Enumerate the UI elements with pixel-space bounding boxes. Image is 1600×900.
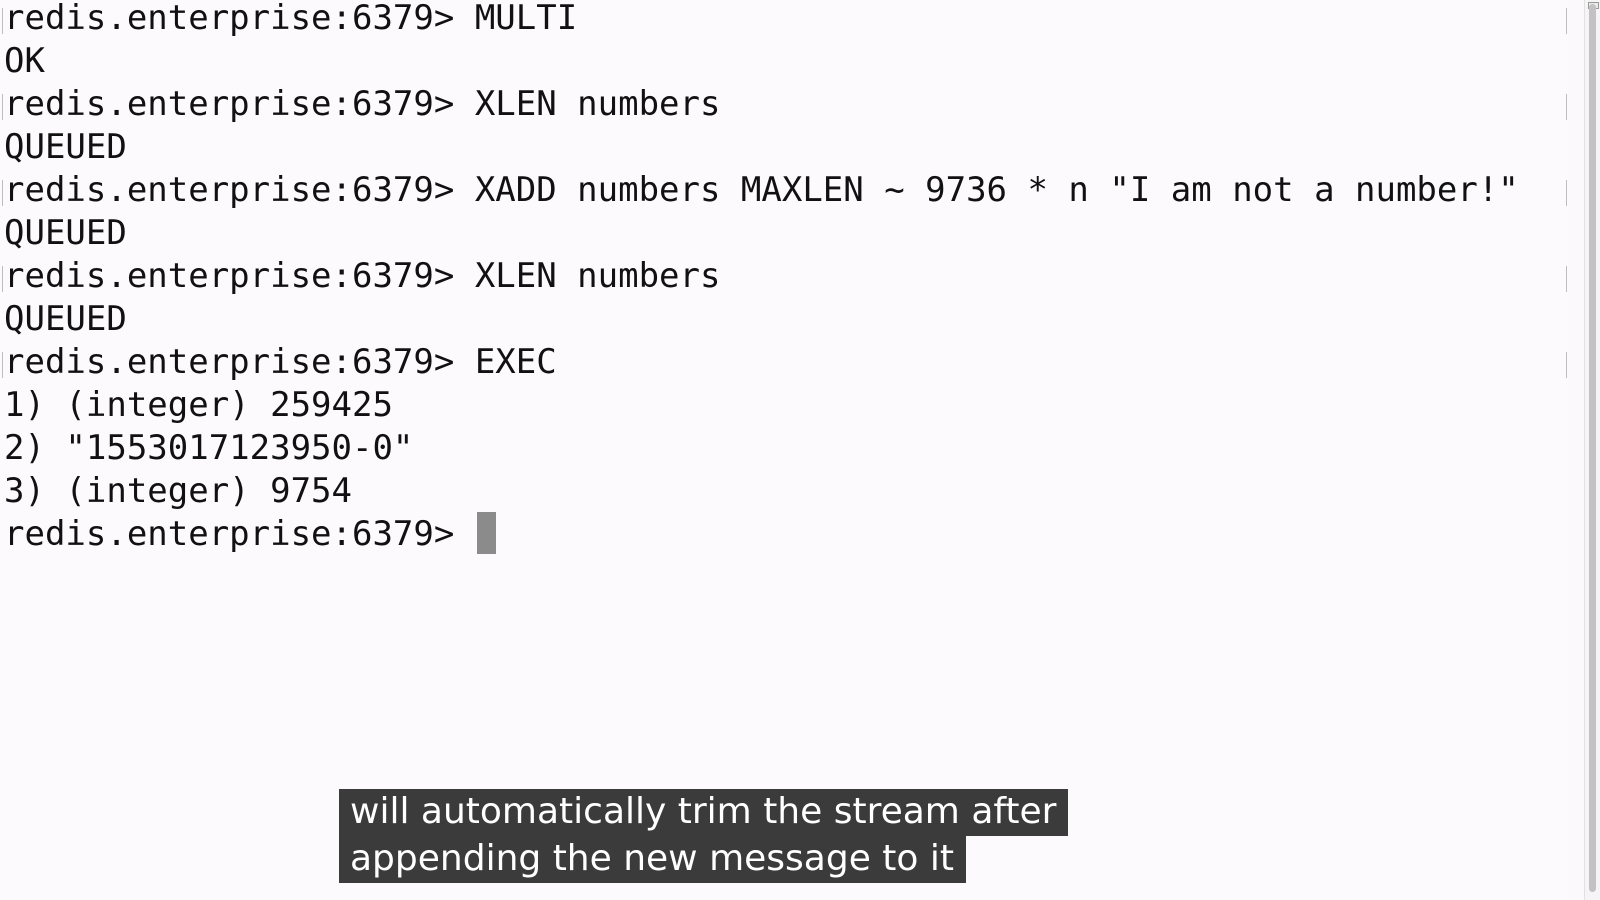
terminal-output: 1) (integer) 259425 — [4, 383, 393, 427]
terminal-line: redis.enterprise:6379> EXEC — [4, 340, 557, 384]
output-text: QUEUED — [4, 213, 127, 253]
terminal-line: redis.enterprise:6379> XLEN numbers — [4, 82, 720, 126]
prompt-marker — [2, 266, 3, 292]
command: XLEN numbers — [474, 256, 721, 296]
prompt-marker-right — [1566, 352, 1567, 378]
caption-line: appending the new message to it — [339, 836, 967, 883]
prompt: redis.enterprise:6379> — [4, 342, 475, 382]
terminal-output: 2) "1553017123950-0" — [4, 426, 413, 470]
terminal-output: OK — [4, 39, 45, 83]
terminal-output: QUEUED — [4, 125, 127, 169]
output-text: QUEUED — [4, 127, 127, 167]
prompt: redis.enterprise:6379> — [4, 256, 475, 296]
prompt-marker-right — [1566, 266, 1567, 292]
video-captions: will automatically trim the stream after… — [339, 789, 1069, 883]
command: XADD numbers MAXLEN ~ 9736 * n "I am not… — [474, 170, 1519, 210]
output-text: 1) (integer) 259425 — [4, 385, 393, 425]
output-text: 2) "1553017123950-0" — [4, 428, 414, 468]
command: XLEN numbers — [474, 84, 721, 124]
prompt: redis.enterprise:6379> — [4, 84, 475, 124]
terminal-line: redis.enterprise:6379> XADD numbers MAXL… — [4, 168, 1519, 212]
output-text: 3) (integer) 9754 — [4, 471, 352, 511]
caption-line: will automatically trim the stream after — [339, 789, 1069, 836]
current-prompt-line[interactable]: redis.enterprise:6379> — [4, 511, 496, 556]
terminal-line: redis.enterprise:6379> MULTI — [4, 0, 577, 40]
terminal-output: 3) (integer) 9754 — [4, 469, 352, 513]
prompt: redis.enterprise:6379> — [4, 514, 475, 554]
prompt-marker-right — [1566, 94, 1567, 120]
text-cursor — [476, 511, 496, 554]
prompt-marker — [2, 352, 3, 378]
scrollbar-thumb[interactable] — [1589, 4, 1596, 892]
output-text: OK — [4, 41, 45, 81]
vertical-scrollbar[interactable] — [1584, 0, 1600, 900]
prompt: redis.enterprise:6379> — [4, 170, 475, 210]
prompt-marker — [2, 8, 3, 34]
terminal-window[interactable]: redis.enterprise:6379> MULTI OK redis.en… — [0, 0, 1568, 900]
command: EXEC — [474, 342, 557, 382]
prompt: redis.enterprise:6379> — [4, 0, 475, 38]
output-text: QUEUED — [4, 299, 127, 339]
terminal-output: QUEUED — [4, 211, 127, 255]
prompt-marker-right — [1566, 8, 1567, 34]
terminal-line: redis.enterprise:6379> XLEN numbers — [4, 254, 720, 298]
prompt-marker — [2, 94, 3, 120]
command: MULTI — [474, 0, 578, 38]
prompt-marker — [2, 180, 3, 206]
terminal-output: QUEUED — [4, 297, 127, 341]
prompt-marker-right — [1566, 180, 1567, 206]
